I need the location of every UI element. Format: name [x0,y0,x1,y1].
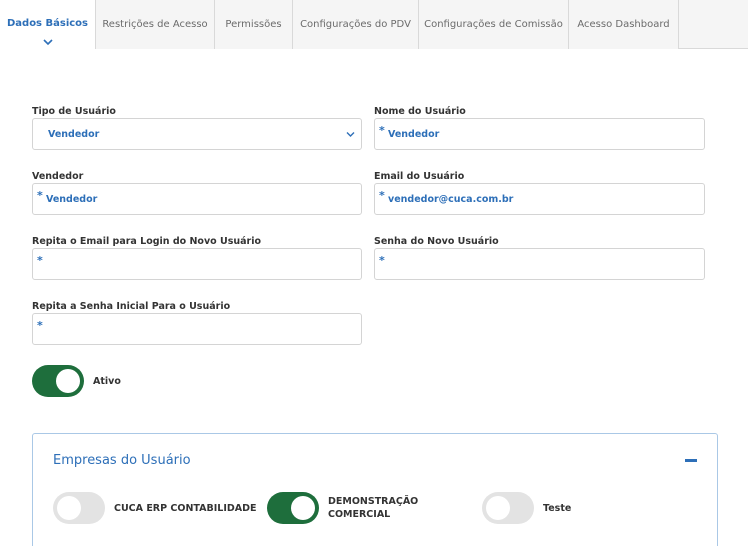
required-asterisk: * [379,254,385,267]
tab-configuracoes-de-comissao[interactable]: Configurações de Comissão [419,0,569,49]
empresa-label-teste: Teste [543,503,572,514]
tab-bar: Dados Básicos Restrições de Acesso Permi… [0,0,748,49]
email-value: vendedor@cuca.com.br [388,194,514,205]
tab-dados-basicos[interactable]: Dados Básicos [0,0,96,49]
tab-restricoes-de-acesso[interactable]: Restrições de Acesso [96,0,215,49]
vendedor-input[interactable]: * Vendedor [32,183,362,215]
ativo-toggle[interactable] [32,365,84,397]
nome-usuario-value: Vendedor [388,129,440,140]
ativo-label: Ativo [93,376,121,387]
toggle-knob [57,496,81,520]
empresa-toggle-cuca-erp[interactable] [53,492,105,524]
tab-permissoes[interactable]: Permissões [215,0,293,49]
empresas-panel-title: Empresas do Usuário [53,453,191,468]
tipo-usuario-value: Vendedor [48,129,100,140]
tab-label: Configurações de Comissão [424,19,563,30]
empresa-label-line2: COMERCIAL [328,509,391,520]
required-asterisk: * [379,124,385,137]
nome-usuario-input[interactable]: * Vendedor [374,118,705,150]
senha-label: Senha do Novo Usuário [374,236,499,247]
tab-label: Configurações do PDV [300,19,411,30]
tab-label: Acesso Dashboard [577,19,670,30]
senha-input[interactable]: * [374,248,705,280]
tipo-usuario-label: Tipo de Usuário [32,106,116,117]
toggle-knob [486,496,510,520]
repita-email-label: Repita o Email para Login do Novo Usuári… [32,236,261,247]
required-asterisk: * [379,189,385,202]
minus-icon[interactable] [685,459,697,462]
empresas-panel: Empresas do Usuário CUCA ERP CONTABILIDA… [32,433,718,546]
repita-senha-input[interactable]: * [32,313,362,345]
chevron-down-icon [346,132,355,137]
toggle-knob [291,496,315,520]
empresa-toggle-teste[interactable] [482,492,534,524]
repita-email-input[interactable]: * [32,248,362,280]
vendedor-label: Vendedor [32,171,84,182]
tab-acesso-dashboard[interactable]: Acesso Dashboard [569,0,679,49]
email-label: Email do Usuário [374,171,465,182]
tab-label: Dados Básicos [6,18,88,29]
tab-label: Restrições de Acesso [102,19,208,30]
toggle-knob [56,369,80,393]
tab-configuracoes-do-pdv[interactable]: Configurações do PDV [293,0,419,49]
email-input[interactable]: * vendedor@cuca.com.br [374,183,705,215]
repita-senha-label: Repita a Senha Inicial Para o Usuário [32,301,231,312]
required-asterisk: * [37,189,43,202]
tab-label: Permissões [225,19,282,30]
vendedor-value: Vendedor [46,194,98,205]
chevron-down-icon [42,39,53,46]
nome-usuario-label: Nome do Usuário [374,106,466,117]
required-asterisk: * [37,254,43,267]
empresa-toggle-demonstracao[interactable] [267,492,319,524]
tipo-usuario-select[interactable]: Vendedor [32,118,362,150]
required-asterisk: * [37,319,43,332]
empresa-label-line1: DEMONSTRAÇÃO [328,496,419,507]
empresa-label-cuca-erp: CUCA ERP CONTABILIDADE [114,503,257,514]
tab-bar-filler [679,0,748,48]
empresa-label-demonstracao: DEMONSTRAÇÃO COMERCIAL [328,495,418,521]
